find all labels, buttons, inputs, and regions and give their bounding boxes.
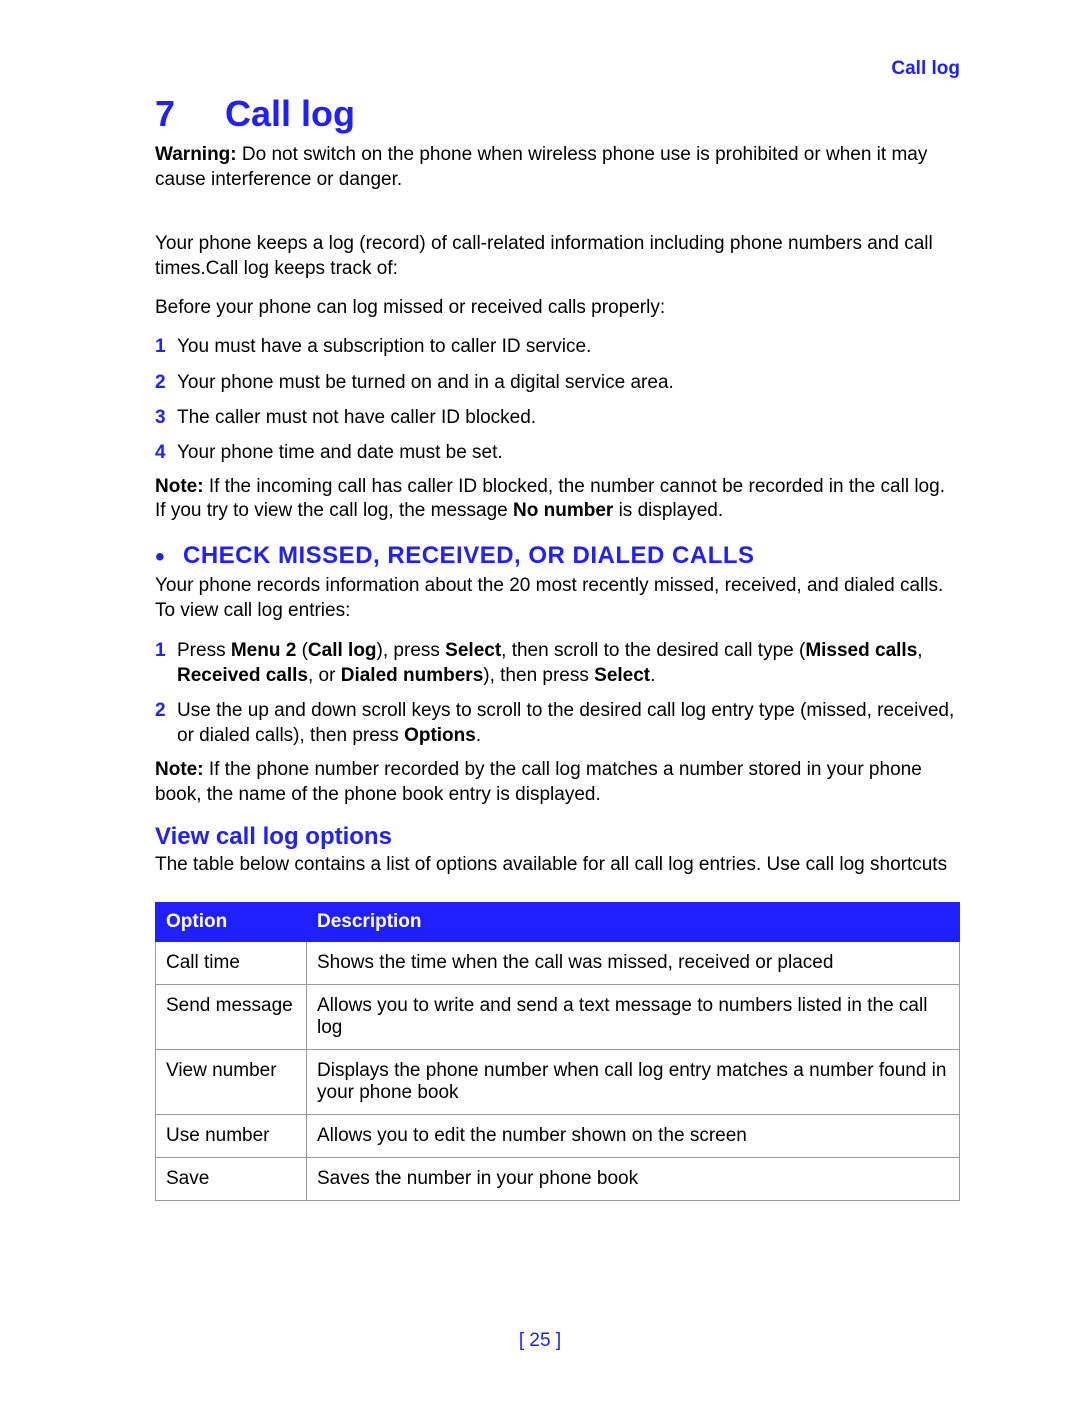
list-item: 4Your phone time and date must be set. bbox=[155, 440, 960, 465]
list-number: 3 bbox=[155, 405, 177, 430]
chapter-heading: 7 Call log bbox=[155, 93, 960, 135]
note-text: If the phone number recorded by the call… bbox=[155, 759, 922, 805]
table-cell: Displays the phone number when call log … bbox=[307, 1049, 960, 1114]
table-header-cell: Option bbox=[156, 902, 307, 941]
table-cell: Saves the number in your phone book bbox=[307, 1157, 960, 1200]
table-cell: Call time bbox=[156, 941, 307, 984]
table-cell: Send message bbox=[156, 984, 307, 1049]
steps-list: 1 Press Menu 2 (Call log), press Select,… bbox=[155, 638, 960, 748]
t: Use the up and down scroll keys to scrol… bbox=[177, 700, 954, 746]
running-header: Call log bbox=[891, 58, 960, 80]
t: Select bbox=[594, 665, 650, 686]
note-text-b: is displayed. bbox=[613, 500, 723, 521]
t: Missed calls bbox=[805, 640, 917, 661]
t: . bbox=[476, 725, 481, 746]
table-cell: View number bbox=[156, 1049, 307, 1114]
t: Dialed numbers bbox=[341, 665, 484, 686]
table-header-row: Option Description bbox=[156, 902, 960, 941]
warning-text: Do not switch on the phone when wireless… bbox=[155, 144, 927, 190]
t: Select bbox=[445, 640, 501, 661]
t: , then scroll to the desired call type ( bbox=[501, 640, 805, 661]
t: ), press bbox=[377, 640, 446, 661]
section2-intro: The table below contains a list of optio… bbox=[155, 853, 960, 878]
chapter-number: 7 bbox=[155, 93, 225, 135]
list-number: 1 bbox=[155, 334, 177, 359]
table-cell: Allows you to edit the number shown on t… bbox=[307, 1114, 960, 1157]
note-lead: Note: bbox=[155, 476, 204, 497]
list-text: Press Menu 2 (Call log), press Select, t… bbox=[177, 638, 960, 688]
section1-intro: Your phone records information about the… bbox=[155, 574, 960, 623]
note-paragraph-2: Note: If the phone number recorded by th… bbox=[155, 758, 960, 807]
list-item: 2Your phone must be turned on and in a d… bbox=[155, 370, 960, 395]
page-number: [ 25 ] bbox=[0, 1330, 1080, 1352]
list-text: Your phone time and date must be set. bbox=[177, 440, 960, 465]
list-item: 3The caller must not have caller ID bloc… bbox=[155, 405, 960, 430]
list-item: 1 Press Menu 2 (Call log), press Select,… bbox=[155, 638, 960, 688]
table-cell: Save bbox=[156, 1157, 307, 1200]
t: Call log bbox=[308, 640, 377, 661]
note-lead: Note: bbox=[155, 759, 204, 780]
note-paragraph-1: Note: If the incoming call has caller ID… bbox=[155, 475, 960, 524]
warning-paragraph: Warning: Do not switch on the phone when… bbox=[155, 143, 960, 192]
list-number: 4 bbox=[155, 440, 177, 465]
warning-lead: Warning: bbox=[155, 144, 237, 165]
table-row: View number Displays the phone number wh… bbox=[156, 1049, 960, 1114]
bullet-icon: • bbox=[155, 543, 183, 571]
note-bold: No number bbox=[513, 500, 613, 521]
t: Received calls bbox=[177, 665, 308, 686]
table-row: Save Saves the number in your phone book bbox=[156, 1157, 960, 1200]
t: Menu 2 bbox=[231, 640, 296, 661]
list-text: Your phone must be turned on and in a di… bbox=[177, 370, 960, 395]
table-row: Call time Shows the time when the call w… bbox=[156, 941, 960, 984]
table-cell: Shows the time when the call was missed,… bbox=[307, 941, 960, 984]
intro-paragraph-2: Before your phone can log missed or rece… bbox=[155, 296, 960, 321]
table-cell: Use number bbox=[156, 1114, 307, 1157]
table-row: Use number Allows you to edit the number… bbox=[156, 1114, 960, 1157]
t: , or bbox=[308, 665, 341, 686]
list-item: 1You must have a subscription to caller … bbox=[155, 334, 960, 359]
table-header-cell: Description bbox=[307, 902, 960, 941]
t: . bbox=[650, 665, 655, 686]
chapter-title: Call log bbox=[225, 93, 355, 135]
list-text: Use the up and down scroll keys to scrol… bbox=[177, 698, 960, 748]
list-number: 2 bbox=[155, 370, 177, 395]
prerequisite-list: 1You must have a subscription to caller … bbox=[155, 334, 960, 464]
section-heading-text: CHECK MISSED, RECEIVED, OR DIALED CALLS bbox=[183, 542, 755, 570]
list-number: 1 bbox=[155, 638, 177, 688]
table-row: Send message Allows you to write and sen… bbox=[156, 984, 960, 1049]
t: Press bbox=[177, 640, 231, 661]
t: , bbox=[917, 640, 922, 661]
list-text: You must have a subscription to caller I… bbox=[177, 334, 960, 359]
intro-paragraph-1: Your phone keeps a log (record) of call-… bbox=[155, 232, 960, 281]
subsection-heading: View call log options bbox=[155, 823, 960, 851]
t: ( bbox=[296, 640, 308, 661]
list-item: 2 Use the up and down scroll keys to scr… bbox=[155, 698, 960, 748]
t: Options bbox=[404, 725, 476, 746]
section-heading: • CHECK MISSED, RECEIVED, OR DIALED CALL… bbox=[155, 542, 960, 571]
table-cell: Allows you to write and send a text mess… bbox=[307, 984, 960, 1049]
list-text: The caller must not have caller ID block… bbox=[177, 405, 960, 430]
t: ), then press bbox=[483, 665, 594, 686]
list-number: 2 bbox=[155, 698, 177, 748]
options-table: Option Description Call time Shows the t… bbox=[155, 902, 960, 1201]
